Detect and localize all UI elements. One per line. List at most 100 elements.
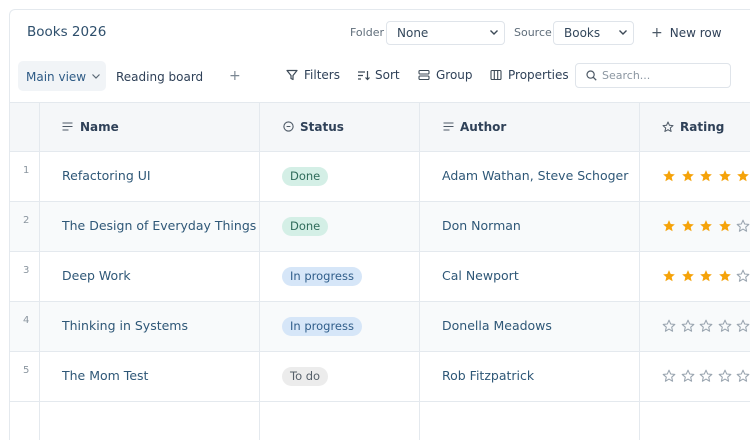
author-name: Adam Wathan, Steve Schoger [442, 168, 629, 183]
star-rating [662, 269, 750, 283]
rating-cell[interactable] [640, 352, 750, 401]
status-cell[interactable]: In progress [260, 252, 420, 301]
status-badge: In progress [282, 267, 362, 286]
group-button[interactable]: Group [418, 68, 473, 82]
star-empty-icon[interactable] [736, 219, 750, 233]
app-window: Books 2026 Folder None Source Books + New… [9, 9, 750, 440]
book-name: Refactoring UI [62, 168, 151, 183]
group-icon [418, 69, 430, 81]
author-name: Cal Newport [442, 268, 519, 283]
star-filled-icon[interactable] [718, 269, 732, 283]
rating-cell[interactable] [640, 252, 750, 301]
name-cell[interactable]: Thinking in Systems [40, 302, 260, 351]
star-empty-icon[interactable] [736, 319, 750, 333]
search-input[interactable] [602, 67, 722, 84]
star-filled-icon[interactable] [681, 169, 695, 183]
status-cell[interactable]: In progress [260, 302, 420, 351]
star-filled-icon[interactable] [681, 269, 695, 283]
table-row[interactable]: 4 Thinking in Systems In progress Donella M… [10, 302, 750, 352]
tab-reading-board[interactable]: Reading board [108, 61, 211, 91]
search-box[interactable] [575, 63, 731, 88]
column-header-name[interactable]: Name [40, 103, 260, 152]
sort-icon [358, 71, 370, 81]
table-row[interactable]: 3 Deep Work In progress Cal Newport [10, 252, 750, 302]
star-filled-icon[interactable] [699, 219, 713, 233]
row-number-cell: 2 [10, 202, 40, 251]
row-number-header [10, 103, 40, 152]
author-cell[interactable] [420, 402, 640, 440]
plus-icon: + [651, 25, 663, 41]
table-row[interactable]: 5 The Mom Test To do Rob Fitzpatrick [10, 352, 750, 402]
filter-icon [286, 69, 298, 81]
star-empty-icon[interactable] [681, 369, 695, 383]
source-label: Source [514, 26, 552, 39]
source-select[interactable]: Books [553, 21, 634, 45]
author-cell[interactable]: Rob Fitzpatrick [420, 352, 640, 401]
empty-row[interactable] [10, 402, 750, 440]
star-empty-icon[interactable] [662, 319, 676, 333]
name-cell[interactable]: Refactoring UI [40, 152, 260, 201]
page-title: Books 2026 [27, 24, 107, 40]
rating-cell[interactable] [640, 202, 750, 251]
star-empty-icon[interactable] [699, 319, 713, 333]
star-filled-icon[interactable] [736, 169, 750, 183]
star-empty-icon[interactable] [736, 269, 750, 283]
star-filled-icon[interactable] [662, 219, 676, 233]
status-cell[interactable]: Done [260, 152, 420, 201]
rating-cell[interactable] [640, 152, 750, 201]
author-cell[interactable]: Cal Newport [420, 252, 640, 301]
status-cell[interactable]: To do [260, 352, 420, 401]
folder-select-value: None [397, 26, 429, 40]
folder-select[interactable]: None [386, 21, 505, 45]
text-type-icon [62, 122, 73, 131]
row-number-cell [10, 402, 40, 440]
table-row[interactable]: 2 The Design of Everyday Things Done Don No… [10, 202, 750, 252]
folder-label: Folder [350, 26, 384, 39]
star-filled-icon[interactable] [718, 169, 732, 183]
book-name: Deep Work [62, 268, 131, 283]
name-cell[interactable]: Deep Work [40, 252, 260, 301]
star-empty-icon[interactable] [681, 319, 695, 333]
author-cell[interactable]: Donella Meadows [420, 302, 640, 351]
star-empty-icon[interactable] [718, 319, 732, 333]
add-view-button[interactable]: + [229, 68, 241, 84]
new-row-button[interactable]: + New row [651, 25, 722, 41]
row-number: 3 [23, 265, 30, 276]
star-empty-icon[interactable] [699, 369, 713, 383]
status-cell[interactable] [260, 402, 420, 440]
star-filled-icon[interactable] [662, 269, 676, 283]
column-header-status[interactable]: Status [260, 103, 420, 152]
star-rating [662, 219, 750, 233]
name-cell[interactable]: The Design of Everyday Things [40, 202, 260, 251]
rating-cell[interactable] [640, 402, 750, 440]
status-cell[interactable]: Done [260, 202, 420, 251]
row-number-cell: 3 [10, 252, 40, 301]
new-row-label: New row [669, 26, 722, 40]
star-filled-icon[interactable] [662, 169, 676, 183]
name-cell[interactable]: The Mom Test [40, 352, 260, 401]
tab-main-view[interactable]: Main view [18, 61, 106, 91]
star-empty-icon[interactable] [718, 369, 732, 383]
properties-button[interactable]: Properties [490, 68, 569, 82]
star-filled-icon[interactable] [718, 219, 732, 233]
star-filled-icon[interactable] [699, 169, 713, 183]
star-filled-icon[interactable] [681, 219, 695, 233]
name-cell[interactable] [40, 402, 260, 440]
sort-button[interactable]: Sort [357, 68, 400, 82]
star-empty-icon[interactable] [736, 369, 750, 383]
book-name: The Design of Everyday Things [62, 218, 257, 233]
chevron-down-icon [490, 30, 498, 35]
status-badge: Done [282, 217, 329, 236]
rating-cell[interactable] [640, 302, 750, 351]
author-cell[interactable]: Adam Wathan, Steve Schoger [420, 152, 640, 201]
star-filled-icon[interactable] [699, 269, 713, 283]
row-number-cell: 1 [10, 152, 40, 201]
star-empty-icon[interactable] [662, 369, 676, 383]
author-cell[interactable]: Don Norman [420, 202, 640, 251]
table-row[interactable]: 1 Refactoring UI Done Adam Wathan, Steve Sc… [10, 152, 750, 202]
text-type-icon [443, 122, 454, 131]
filters-button[interactable]: Filters [286, 68, 340, 82]
column-header-author[interactable]: Author [420, 103, 640, 152]
column-header-rating[interactable]: Rating [640, 103, 750, 152]
row-number-cell: 5 [10, 352, 40, 401]
